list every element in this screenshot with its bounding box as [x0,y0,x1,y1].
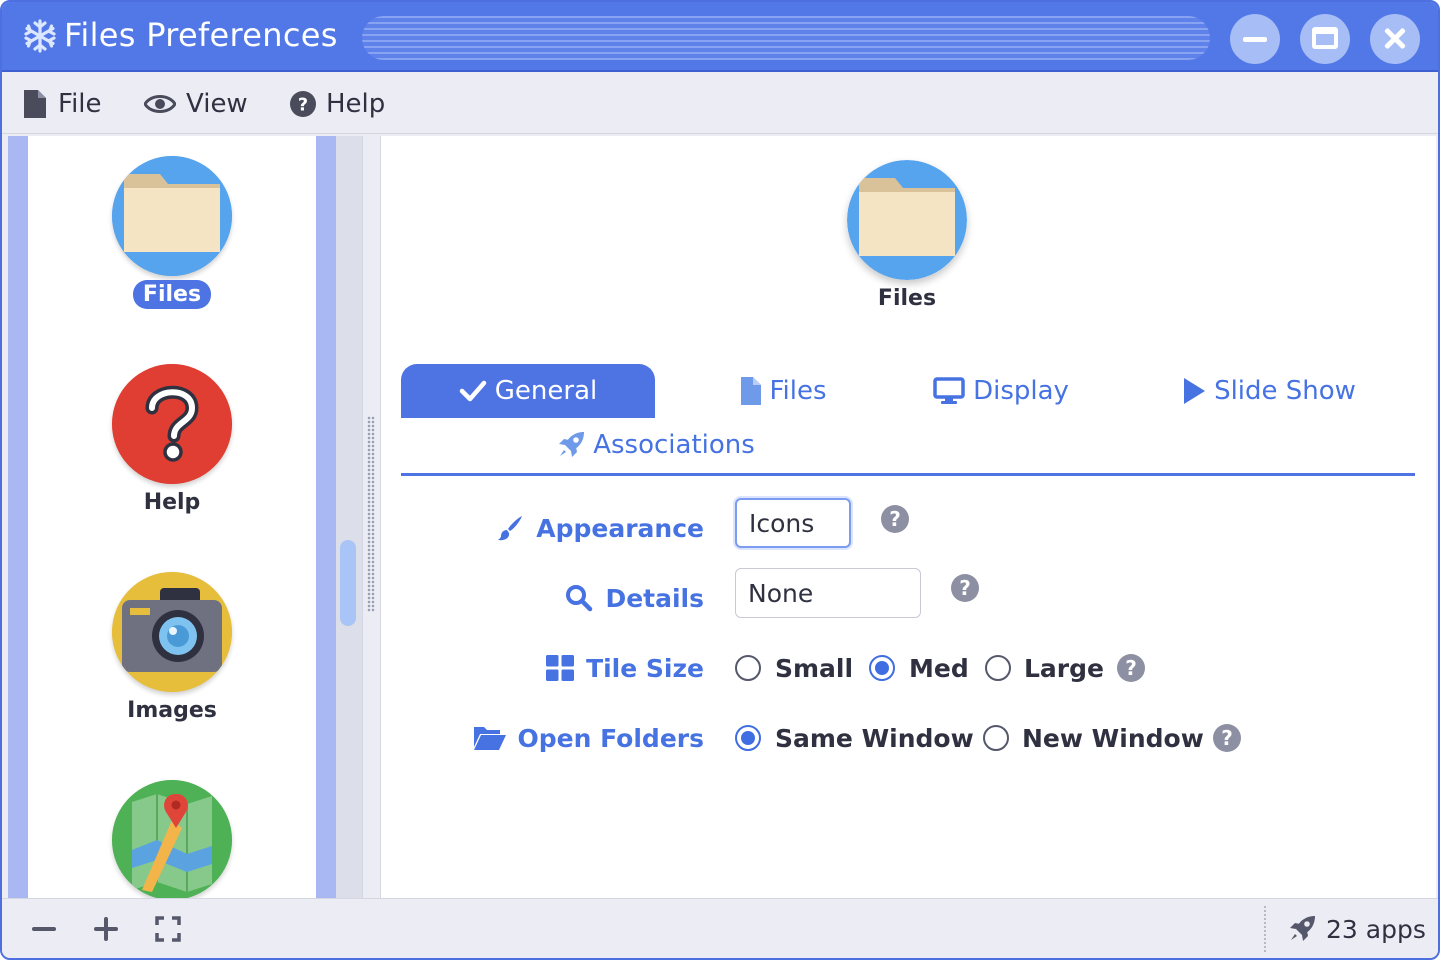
open-folders-same-window-label[interactable]: Same Window [775,720,974,756]
tile-size-label-text: Tile Size [586,653,704,683]
details-label-text: Details [605,583,704,613]
status-separator [1264,905,1266,953]
preferences-panel: Files General Files Display Slide Show A… [380,136,1436,898]
plus-icon [94,917,118,941]
tile-size-large-label[interactable]: Large [1024,650,1104,686]
window-title: Files Preferences [64,16,338,54]
sidebar-item-maps[interactable] [28,778,316,898]
close-button[interactable] [1370,14,1420,64]
tile-size-med-radio[interactable] [869,655,895,681]
folder-icon [847,160,967,280]
menu-help[interactable]: ? Help [290,88,385,120]
monitor-icon [933,377,965,405]
section-title: Files [877,286,937,311]
check-icon [459,380,487,402]
tile-size-label: Tile Size [546,650,704,686]
snowflake-icon [22,18,58,54]
file-icon [22,90,48,118]
sidebar-scrollbar-thumb[interactable] [340,540,356,626]
sidebar-item-help[interactable]: Help [28,362,316,562]
tab-label: Files [769,376,827,406]
sidebar-item-images[interactable]: Images [28,570,316,770]
status-bar: 23 apps [2,898,1438,958]
splitter-grip[interactable] [367,416,375,612]
menu-bar: File View ? Help [2,74,1438,134]
play-icon [1182,377,1206,405]
eye-icon [144,90,176,118]
sidebar-item-label: Help [143,490,201,515]
tab-display[interactable]: Display [901,364,1101,418]
fullscreen-button[interactable] [152,913,184,945]
tab-label: Associations [593,430,755,460]
sidebar-rail-right [316,136,336,898]
tab-label: Display [973,376,1069,406]
appearance-label-text: Appearance [536,513,704,543]
folder-icon [112,156,232,276]
map-icon [112,780,232,898]
folder-open-icon [473,725,506,751]
open-folders-new-window-radio[interactable] [983,725,1009,751]
tab-files[interactable]: Files [699,364,869,418]
sidebar-item-label: Images [127,698,217,723]
rocket-icon [557,431,585,459]
expand-icon [155,916,181,942]
rocket-icon [1288,915,1316,943]
zoom-out-button[interactable] [28,913,60,945]
maximize-button[interactable] [1300,14,1350,64]
open-folders-help-icon[interactable]: ? [1213,724,1241,752]
appearance-help-icon[interactable]: ? [881,505,909,533]
maximize-icon [1312,27,1338,49]
sidebar-item-files-label-wrap: Files [28,280,316,309]
sidebar-list[interactable]: Files Help Images [28,136,316,898]
help-icon [112,364,232,484]
details-select[interactable]: None [735,568,921,618]
minimize-icon [1243,37,1267,42]
preferences-window: Files Preferences File View ? Help Files… [0,0,1440,960]
appearance-label: Appearance [496,510,704,546]
open-folders-label: Open Folders [473,720,704,756]
tile-size-med-label[interactable]: Med [909,650,969,686]
sidebar: Files Help Images [8,136,362,898]
camera-icon [112,572,232,692]
title-bar[interactable]: Files Preferences [2,2,1438,72]
menu-help-label: Help [326,89,386,119]
question-circle-icon: ? [290,90,316,118]
brush-icon [496,514,524,542]
svg-text:?: ? [298,96,308,116]
tile-size-small-radio[interactable] [735,655,761,681]
menu-view-label: View [186,89,248,119]
sidebar-rail-left [8,136,28,898]
app-count-label: 23 apps [1326,914,1426,944]
search-icon [565,584,593,612]
tile-size-large-radio[interactable] [985,655,1011,681]
details-help-icon[interactable]: ? [951,574,979,602]
tile-size-help-icon[interactable]: ? [1117,654,1145,682]
tab-associations[interactable]: Associations [551,418,761,472]
tab-underline [401,473,1415,476]
sidebar-item-files[interactable]: Files [28,154,316,354]
sidebar-item-label: Files [132,280,212,309]
tab-slide-show[interactable]: Slide Show [1171,364,1367,418]
appearance-select[interactable]: Icons [735,498,851,548]
menu-view[interactable]: View [144,88,248,120]
open-folders-new-window-label[interactable]: New Window [1022,720,1204,756]
file-icon [741,377,762,405]
menu-file-label: File [58,89,102,119]
tab-label: Slide Show [1214,376,1356,406]
zoom-in-button[interactable] [90,913,122,945]
tab-general[interactable]: General [401,364,655,418]
open-folders-same-window-radio[interactable] [735,725,761,751]
tile-size-small-label[interactable]: Small [775,650,853,686]
title-drag-area[interactable] [362,16,1210,60]
app-count-status: 23 apps [1288,913,1426,945]
menu-file[interactable]: File [22,88,102,120]
pane-splitter[interactable] [362,136,378,898]
minus-icon [32,927,56,931]
minimize-button[interactable] [1230,14,1280,64]
grid-icon [546,655,575,681]
details-label: Details [565,580,704,616]
open-folders-label-text: Open Folders [517,723,704,753]
tab-label: General [494,376,598,406]
